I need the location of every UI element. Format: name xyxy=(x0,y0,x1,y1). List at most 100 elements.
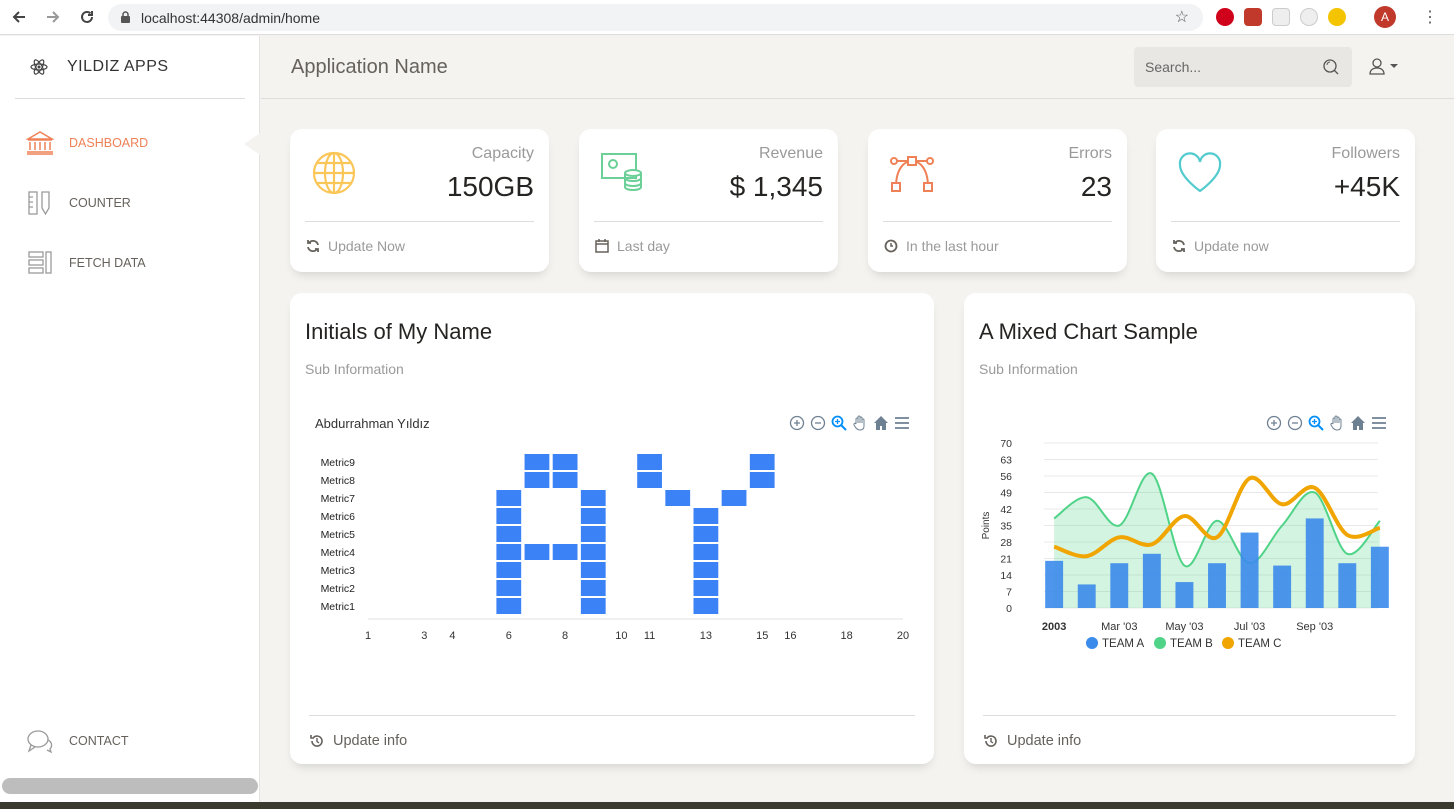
y-tick-label: 7 xyxy=(1006,587,1012,599)
menu-icon[interactable] xyxy=(1370,414,1388,432)
bar-team-a xyxy=(1142,553,1161,608)
adblock-icon[interactable] xyxy=(1216,8,1234,26)
atom-icon xyxy=(30,59,48,75)
divider xyxy=(309,715,915,716)
calendar-icon xyxy=(595,239,609,253)
x-tick-label: 13 xyxy=(700,630,712,642)
y-tick-label: Metric8 xyxy=(321,475,356,487)
stat-footer[interactable]: In the last hour xyxy=(884,238,999,254)
bank-icon xyxy=(26,130,54,156)
card-footer[interactable]: Update info xyxy=(984,733,1081,749)
extension-icon[interactable] xyxy=(1272,8,1290,26)
magnifier-icon[interactable] xyxy=(1307,414,1325,432)
divider xyxy=(305,221,534,222)
sidebar-item-contact[interactable]: CONTACT xyxy=(26,726,246,756)
heatmap-cell xyxy=(637,454,662,470)
y-axis-label: Points xyxy=(981,512,992,540)
lock-icon xyxy=(121,11,130,23)
heatmap-cell xyxy=(552,454,578,470)
divider xyxy=(883,221,1112,222)
user-menu[interactable] xyxy=(1369,57,1399,75)
logo[interactable]: YILDIZ APPS xyxy=(15,36,245,99)
heatmap-cell xyxy=(693,508,719,524)
mixed-chart: 0 7 14 21 28 35 42 49 56 63 70 Points 2003 Mar '03 May… xyxy=(981,438,1389,650)
sidebar-item-counter[interactable]: COUNTER xyxy=(26,188,246,218)
back-icon[interactable] xyxy=(4,2,34,32)
heatmap-cell xyxy=(524,544,550,560)
search-box[interactable] xyxy=(1134,47,1352,87)
stat-category: Errors xyxy=(1068,145,1112,162)
heatmap-cell xyxy=(496,544,522,560)
heatmap-cell xyxy=(496,508,522,524)
browser-menu-icon[interactable]: ⋮ xyxy=(1422,7,1438,27)
y-tick-label: 56 xyxy=(1000,471,1012,483)
heatmap-cell xyxy=(580,544,606,560)
heatmap-cell xyxy=(552,544,578,560)
legend-marker xyxy=(1086,637,1098,649)
profile-avatar[interactable]: A xyxy=(1374,6,1396,28)
heatmap-cell xyxy=(693,526,719,542)
caret-down-icon xyxy=(1390,64,1398,68)
y-tick-label: Metric2 xyxy=(321,583,356,595)
heatmap-cell xyxy=(524,472,550,488)
stat-footer-text: Update Now xyxy=(328,238,406,254)
history-icon xyxy=(984,735,997,747)
bookmark-star-icon[interactable]: ☆ xyxy=(1175,7,1189,27)
heatmap-chart: Abdurrahman Yıldız Metric1 Metric2 Metric3… xyxy=(315,416,909,642)
y-tick-label: 35 xyxy=(1000,521,1012,533)
x-tick-label: Mar '03 xyxy=(1101,621,1137,633)
sidebar-item-dashboard[interactable]: DASHBOARD xyxy=(26,128,246,158)
x-tick-label: 1 xyxy=(365,630,371,642)
heatmap-cell xyxy=(693,598,719,614)
y-tick-label: 28 xyxy=(1000,537,1012,549)
extension-icon[interactable] xyxy=(1300,8,1318,26)
y-tick-label: Metric1 xyxy=(321,601,356,613)
stat-footer-text: Update now xyxy=(1194,238,1269,254)
x-tick-label: Jul '03 xyxy=(1234,621,1265,633)
legend-label: TEAM A xyxy=(1102,638,1145,650)
x-tick-label: 8 xyxy=(562,630,568,642)
y-tick-label: 0 xyxy=(1006,603,1012,615)
heatmap-cell xyxy=(496,598,522,614)
search-icon[interactable] xyxy=(1322,58,1340,76)
y-tick-label: Metric5 xyxy=(321,529,356,541)
layout-icon xyxy=(26,250,54,276)
heatmap-cell xyxy=(496,490,522,506)
stat-value: 23 xyxy=(1080,171,1112,202)
card-footer[interactable]: Update info xyxy=(310,733,407,749)
y-tick-label: Metric4 xyxy=(321,547,356,559)
pan-hand-icon[interactable] xyxy=(1328,414,1346,432)
sidebar-item-fetch-data[interactable]: FETCH DATA xyxy=(26,248,246,278)
y-tick-label: Metric3 xyxy=(321,565,356,577)
stat-category: Revenue xyxy=(758,145,823,162)
chat-icon xyxy=(26,728,54,754)
x-tick-label: 18 xyxy=(841,630,853,642)
page-title: Application Name xyxy=(291,56,448,78)
search-input[interactable] xyxy=(1145,59,1315,75)
stat-footer[interactable]: Update now xyxy=(1172,238,1269,254)
zoom-in-icon[interactable] xyxy=(1265,414,1283,432)
stat-footer[interactable]: Last day xyxy=(595,238,670,254)
address-bar[interactable]: localhost:44308/admin/home ☆ xyxy=(108,4,1203,31)
extension-icons: A ⋮ xyxy=(1216,6,1438,28)
sidebar-item-label: CONTACT xyxy=(69,734,129,748)
heatmap-cell xyxy=(693,562,719,578)
y-tick-label: Metric6 xyxy=(321,511,356,523)
ruler-pencil-icon xyxy=(26,190,54,216)
desktop-background xyxy=(0,802,1454,809)
stat-footer[interactable]: Update Now xyxy=(306,238,405,254)
refresh-icon xyxy=(307,240,319,252)
reload-icon[interactable] xyxy=(72,2,102,32)
zoom-out-icon[interactable] xyxy=(1286,414,1304,432)
extension-icon[interactable] xyxy=(1244,8,1262,26)
bar-team-a xyxy=(1110,563,1129,608)
x-tick-label: 10 xyxy=(615,630,627,642)
home-icon[interactable] xyxy=(1349,414,1367,432)
horizontal-scrollbar[interactable] xyxy=(2,778,258,794)
clock-icon xyxy=(884,239,898,253)
forward-icon[interactable] xyxy=(38,2,68,32)
mixed-chart-card: A Mixed Chart Sample Sub Information 0 7 1… xyxy=(964,293,1415,764)
stat-value: +45K xyxy=(1333,171,1400,202)
stat-footer-text: In the last hour xyxy=(906,238,999,254)
extension-icon[interactable] xyxy=(1328,8,1346,26)
